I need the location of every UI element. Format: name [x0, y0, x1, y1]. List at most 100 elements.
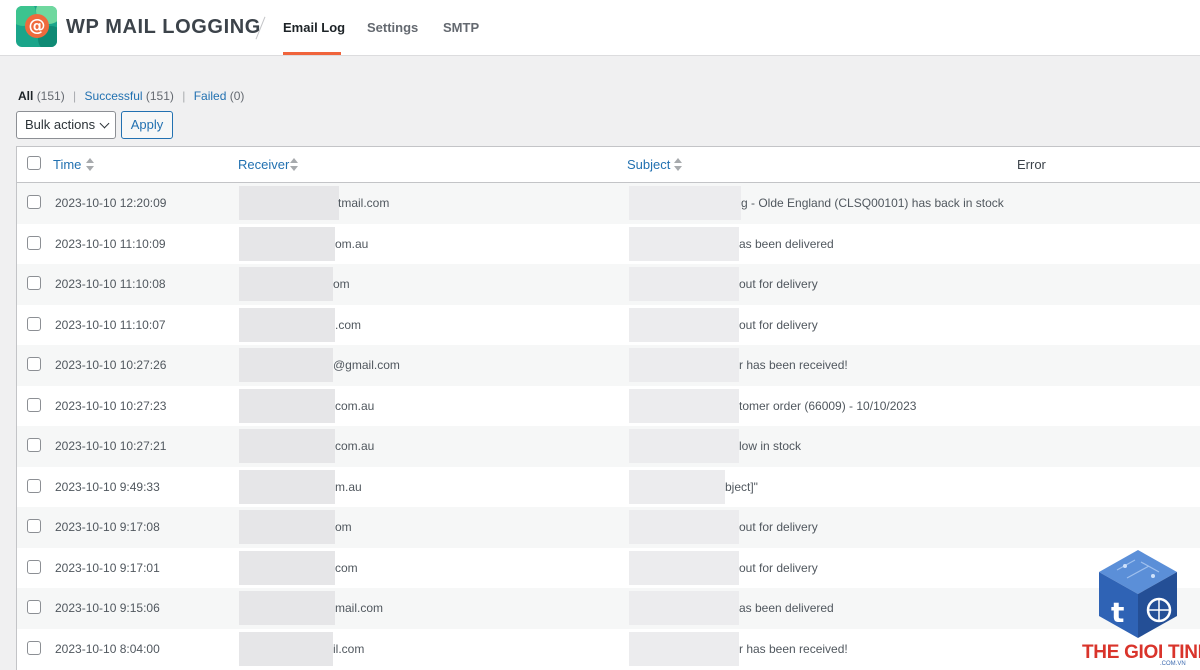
bulk-actions-label: Bulk actions — [25, 117, 96, 132]
receiver-cell: il.com — [333, 641, 365, 656]
column-time[interactable]: Time — [53, 157, 81, 173]
redacted-subject — [629, 226, 739, 261]
table-row[interactable]: 2023-10-10 8:04:00 il.com r has been recei… — [17, 629, 1200, 670]
table-row[interactable]: 2023-10-10 11:10:07 .com out for delivery — [17, 305, 1200, 346]
row-checkbox[interactable] — [27, 235, 41, 250]
row-checkbox[interactable] — [27, 600, 41, 614]
row-checkbox[interactable] — [27, 276, 41, 290]
redacted-receiver — [239, 186, 339, 220]
receiver-cell: com.au — [335, 398, 375, 413]
row-checkbox[interactable] — [27, 195, 41, 209]
redacted-receiver — [239, 429, 335, 463]
filter-separator: | — [73, 89, 77, 103]
redacted-subject — [629, 550, 739, 585]
column-subject[interactable]: Subject — [627, 157, 670, 173]
table-row[interactable]: 2023-10-10 12:20:09 tmail.com g - Olde Eng… — [17, 183, 1200, 224]
redacted-subject — [629, 510, 739, 544]
table-row[interactable]: 2023-10-10 11:10:08 om out for delivery — [17, 264, 1200, 305]
filter-all-count: (151) — [36, 89, 65, 103]
filter-failed[interactable]: Failed — [194, 89, 227, 103]
redacted-receiver — [239, 591, 335, 625]
table-row[interactable]: 2023-10-10 9:49:33 m.au bject]" — [17, 467, 1200, 508]
row-checkbox[interactable] — [27, 316, 41, 331]
redacted-receiver — [239, 469, 335, 504]
the-gioi-tinhoc-logo-icon: t — [1099, 550, 1177, 638]
time-cell: 2023-10-10 9:17:01 — [55, 560, 160, 575]
row-checkbox[interactable] — [27, 640, 41, 655]
subject-cell: out for delivery — [739, 277, 818, 291]
time-cell: 2023-10-10 11:10:07 — [55, 317, 166, 332]
status-filter-links: All (151) | Successful (151) | Failed (0… — [18, 88, 244, 104]
time-cell: 2023-10-10 10:27:26 — [55, 358, 167, 372]
table-row[interactable]: 2023-10-10 10:27:23 com.au tomer order (66… — [17, 386, 1200, 427]
apply-button[interactable]: Apply — [121, 111, 173, 139]
subject-cell: as been delivered — [739, 601, 834, 615]
subject-cell: bject]" — [725, 479, 758, 494]
filter-successful[interactable]: Successful — [85, 89, 143, 103]
watermark-subtext: .COM.VN — [1160, 661, 1186, 667]
table-row[interactable]: 2023-10-10 9:15:06 mail.com as been delive… — [17, 588, 1200, 629]
app-title: WP MAIL LOGGING — [66, 16, 261, 38]
time-cell: 2023-10-10 11:10:08 — [55, 277, 166, 291]
table-row[interactable]: 2023-10-10 11:10:09 om.au as been delivere… — [17, 224, 1200, 265]
redacted-subject — [629, 307, 739, 342]
filter-successful-count: (151) — [145, 89, 174, 103]
receiver-cell: mail.com — [335, 601, 384, 615]
row-checkbox[interactable] — [27, 519, 41, 533]
subject-cell: low in stock — [739, 439, 802, 453]
column-receiver[interactable]: Receiver — [238, 157, 289, 173]
receiver-cell: .com — [335, 317, 362, 332]
subject-cell: tomer order (66009) - 10/10/2023 — [739, 398, 917, 413]
row-checkbox[interactable] — [27, 559, 41, 574]
receiver-cell: com.au — [335, 439, 375, 453]
column-error: Error — [1017, 157, 1046, 172]
time-cell: 2023-10-10 8:04:00 — [55, 641, 160, 656]
table-row[interactable]: 2023-10-10 10:27:26 @gmail.com r has been … — [17, 345, 1200, 386]
select-all-checkbox[interactable] — [27, 156, 41, 170]
sort-icon[interactable] — [290, 158, 298, 172]
table-row[interactable]: 2023-10-10 9:17:08 om out for delivery — [17, 507, 1200, 548]
row-checkbox[interactable] — [27, 478, 41, 493]
subject-cell: out for delivery — [739, 560, 818, 575]
redacted-receiver — [239, 348, 333, 382]
sort-icon[interactable] — [86, 158, 94, 172]
receiver-cell: om.au — [335, 236, 369, 251]
time-cell: 2023-10-10 12:20:09 — [55, 196, 167, 210]
receiver-cell: com — [335, 560, 358, 575]
time-cell: 2023-10-10 9:15:06 — [55, 601, 160, 615]
tab-smtp[interactable]: SMTP — [443, 19, 479, 37]
time-cell: 2023-10-10 9:17:08 — [55, 520, 160, 534]
redacted-subject — [629, 348, 739, 382]
sort-icon[interactable] — [674, 158, 682, 172]
time-cell: 2023-10-10 10:27:21 — [55, 439, 167, 453]
redacted-receiver — [239, 631, 333, 666]
table-row[interactable]: 2023-10-10 9:17:01 com out for delivery — [17, 548, 1200, 589]
filter-all[interactable]: All — [18, 89, 33, 103]
time-cell: 2023-10-10 10:27:23 — [55, 398, 167, 413]
receiver-cell: m.au — [335, 479, 362, 494]
row-checkbox[interactable] — [27, 397, 41, 412]
svg-text:t: t — [1111, 596, 1124, 629]
row-checkbox[interactable] — [27, 438, 41, 452]
table-row[interactable]: 2023-10-10 10:27:21 com.au low in stock — [17, 426, 1200, 467]
wp-mail-logging-logo-icon: @ — [16, 6, 57, 47]
table-header: Time Receiver Subject Error — [17, 147, 1200, 183]
redacted-subject — [629, 631, 739, 666]
tab-email-log[interactable]: Email Log — [283, 19, 345, 37]
subject-cell: r has been received! — [739, 641, 848, 656]
redacted-receiver — [239, 226, 335, 261]
redacted-subject — [629, 429, 739, 463]
receiver-cell: om — [335, 520, 352, 534]
subject-cell: r has been received! — [739, 358, 848, 372]
tab-settings[interactable]: Settings — [367, 19, 418, 37]
redacted-subject — [629, 388, 739, 423]
bulk-actions-select[interactable]: Bulk actions — [16, 111, 116, 139]
time-cell: 2023-10-10 9:49:33 — [55, 479, 160, 494]
receiver-cell: om — [333, 277, 350, 291]
redacted-subject — [629, 591, 739, 625]
subject-cell: out for delivery — [739, 317, 818, 332]
redacted-receiver — [239, 267, 333, 301]
receiver-cell: @gmail.com — [333, 358, 400, 372]
filter-failed-count: (0) — [229, 89, 245, 103]
row-checkbox[interactable] — [27, 357, 41, 371]
